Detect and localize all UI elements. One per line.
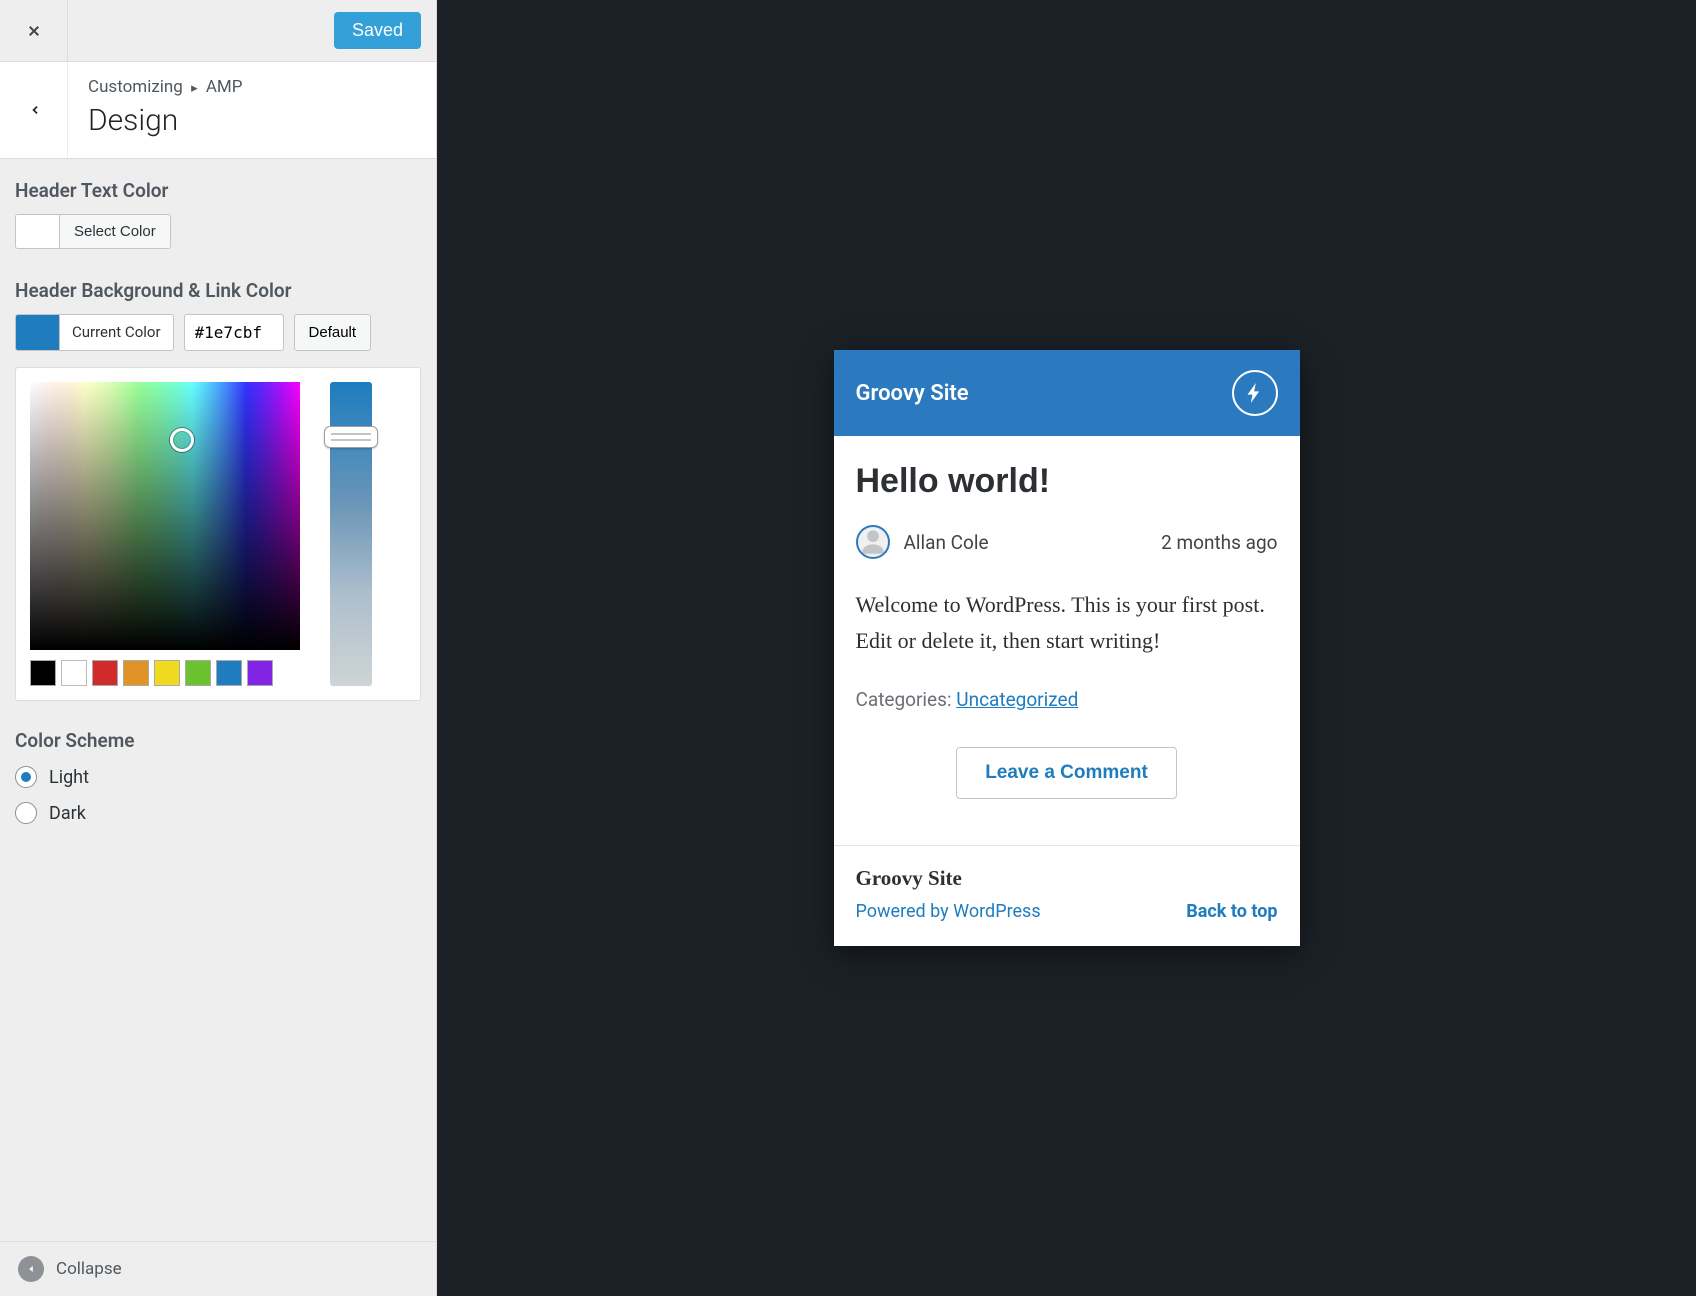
- header-text-color-swatch: [16, 215, 60, 248]
- breadcrumb-separator: ▸: [191, 81, 198, 96]
- collapse-button[interactable]: Collapse: [0, 1241, 436, 1296]
- palette-swatch[interactable]: [61, 660, 87, 686]
- footer-site-title: Groovy Site: [856, 866, 1278, 891]
- preview-header: Groovy Site: [834, 350, 1300, 436]
- back-to-top-link[interactable]: Back to top: [1186, 901, 1277, 922]
- palette-swatch[interactable]: [154, 660, 180, 686]
- collapse-label: Collapse: [56, 1259, 122, 1279]
- header-text-color-control: Select Color: [15, 214, 171, 249]
- hue-slider[interactable]: [330, 382, 372, 686]
- color-scheme-option-label: Light: [49, 767, 89, 788]
- chevron-left-icon: [26, 102, 42, 118]
- panel-title: Design: [88, 103, 416, 138]
- avatar: [856, 525, 890, 559]
- preview-site-title: Groovy Site: [856, 381, 969, 406]
- breadcrumb-section: AMP: [206, 77, 243, 97]
- color-picker: [15, 367, 421, 701]
- panel-body: Header Text Color Select Color Header Ba…: [0, 159, 436, 1241]
- post-date: 2 months ago: [1161, 531, 1277, 554]
- saturation-value-area[interactable]: [30, 382, 300, 650]
- breadcrumb: Customizing ▸ AMP Design: [68, 62, 436, 158]
- palette-row: [30, 660, 300, 686]
- select-color-button[interactable]: Select Color: [60, 215, 170, 248]
- category-link[interactable]: Uncategorized: [956, 688, 1078, 711]
- current-color-label: Current Color: [60, 315, 173, 350]
- palette-swatch[interactable]: [92, 660, 118, 686]
- palette-swatch[interactable]: [216, 660, 242, 686]
- color-scheme-label: Color Scheme: [15, 729, 421, 752]
- current-color-button[interactable]: Current Color: [15, 314, 174, 351]
- header-text-color-label: Header Text Color: [15, 179, 421, 202]
- section-header: Customizing ▸ AMP Design: [0, 62, 436, 159]
- leave-comment-button[interactable]: Leave a Comment: [956, 747, 1177, 799]
- preview-footer: Groovy Site Powered by WordPress Back to…: [834, 845, 1300, 946]
- post-author: Allan Cole: [904, 531, 989, 554]
- default-color-button[interactable]: Default: [294, 314, 372, 351]
- color-scheme-radio[interactable]: [15, 766, 37, 788]
- customizer-topbar: Saved: [0, 0, 436, 62]
- color-scheme-radio[interactable]: [15, 802, 37, 824]
- hex-input[interactable]: [184, 314, 284, 351]
- header-bg-link-label: Header Background & Link Color: [15, 279, 421, 302]
- customizer-sidebar: Saved Customizing ▸ AMP Design Header Te…: [0, 0, 437, 1296]
- color-scheme-option-label: Dark: [49, 803, 86, 824]
- palette-swatch[interactable]: [185, 660, 211, 686]
- close-customizer-button[interactable]: [0, 0, 68, 62]
- back-button[interactable]: [0, 62, 68, 158]
- amp-icon: [1232, 370, 1278, 416]
- device-frame: Groovy Site Hello world! Allan Cole 2 mo…: [834, 350, 1300, 945]
- post-title: Hello world!: [856, 462, 1278, 501]
- breadcrumb-parent: Customizing: [88, 77, 183, 97]
- saved-button[interactable]: Saved: [334, 12, 421, 49]
- categories-label: Categories:: [856, 688, 957, 711]
- preview-area: Groovy Site Hello world! Allan Cole 2 mo…: [437, 0, 1696, 1296]
- preview-post: Hello world! Allan Cole 2 months ago Wel…: [834, 436, 1300, 844]
- hue-thumb[interactable]: [324, 426, 378, 448]
- post-content: Welcome to WordPress. This is your first…: [856, 587, 1278, 657]
- close-icon: [24, 21, 44, 41]
- palette-swatch[interactable]: [247, 660, 273, 686]
- current-color-swatch: [16, 315, 60, 350]
- powered-by-link[interactable]: Powered by WordPress: [856, 901, 1041, 922]
- collapse-icon: [18, 1256, 44, 1282]
- sv-cursor[interactable]: [170, 428, 194, 452]
- palette-swatch[interactable]: [30, 660, 56, 686]
- palette-swatch[interactable]: [123, 660, 149, 686]
